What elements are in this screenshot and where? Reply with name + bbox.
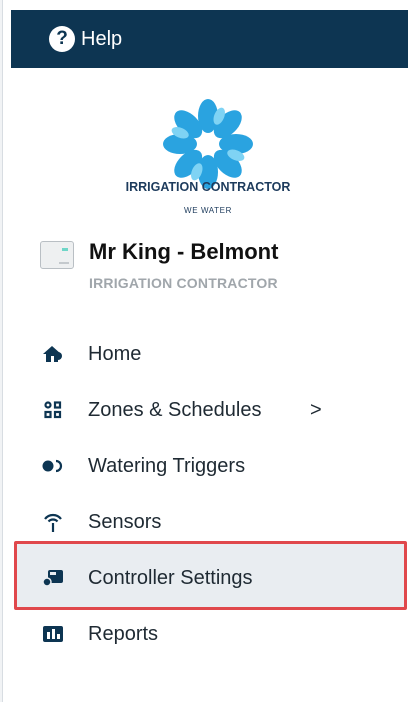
question-circle-icon: ?: [49, 26, 75, 52]
nav-item-home[interactable]: Home: [14, 326, 406, 382]
nav-item-watering-triggers[interactable]: Watering Triggers: [14, 438, 406, 494]
nav-item-zones-schedules[interactable]: Zones & Schedules >: [14, 382, 406, 438]
chevron-right-icon[interactable]: >: [310, 399, 322, 422]
nav-label-watering-triggers: Watering Triggers: [88, 454, 246, 477]
controller-device-icon: [40, 241, 74, 269]
sidebar-edge: [0, 0, 3, 702]
controller-name: Mr King - Belmont: [89, 239, 279, 264]
home-icon: [42, 343, 64, 365]
controller-header: Mr King - Belmont IRRIGATION CONTRACTOR: [40, 237, 340, 297]
nav-item-sensors[interactable]: Sensors: [14, 494, 406, 550]
controller-settings-icon: [42, 567, 64, 589]
controller-subtitle: IRRIGATION CONTRACTOR: [89, 275, 278, 291]
nav-label-home: Home: [88, 342, 142, 365]
nav-label-sensors: Sensors: [88, 510, 162, 533]
nav-item-reports[interactable]: Reports: [14, 606, 406, 662]
company-logo: [163, 99, 253, 189]
nav-item-controller-settings[interactable]: Controller Settings: [14, 550, 406, 606]
zones-grid-icon: [42, 399, 64, 421]
reports-icon: [42, 623, 64, 645]
trigger-icon: [42, 455, 64, 477]
nav-label-zones-schedules: Zones & Schedules: [88, 398, 262, 421]
logo-tagline: WE WATER: [184, 206, 232, 215]
antenna-icon: [42, 511, 64, 533]
nav-label-reports: Reports: [88, 622, 159, 645]
nav-label-controller-settings: Controller Settings: [88, 566, 253, 589]
help-bar[interactable]: ? Help: [11, 10, 408, 68]
help-label: Help: [81, 27, 123, 50]
logo-brand-text: IRRIGATION CONTRACTOR: [125, 180, 291, 194]
